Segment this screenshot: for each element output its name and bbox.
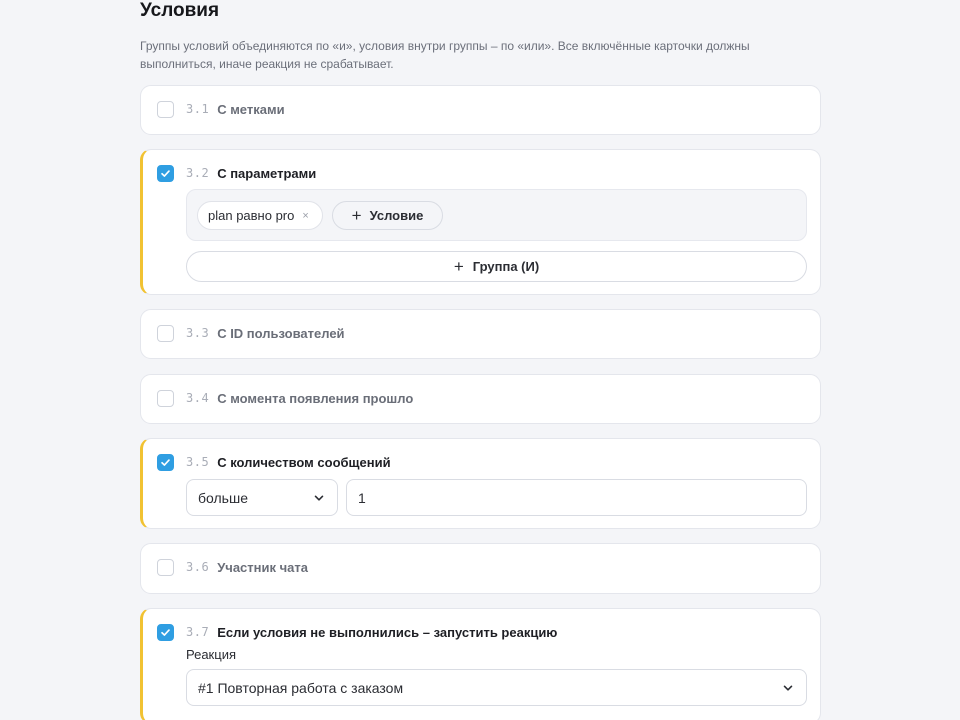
checkbox-user-ids[interactable] [157, 324, 174, 342]
card-number: 3.6 [186, 560, 210, 574]
check-icon [161, 169, 170, 177]
card-header: 3.5 С количеством сообщений [157, 453, 391, 471]
add-condition-label: Условие [369, 208, 424, 223]
condition-chip[interactable]: plan равно pro × [197, 201, 323, 230]
plus-icon: + [453, 257, 464, 276]
condition-card-message-count: 3.5 С количеством сообщений больше 1 [140, 438, 821, 529]
card-title[interactable]: С момента появления прошло [217, 391, 413, 406]
checkbox-message-count[interactable] [157, 453, 174, 471]
card-number: 3.2 [186, 166, 210, 180]
card-number: 3.5 [186, 455, 210, 469]
chip-label: plan равно pro [208, 208, 295, 223]
condition-card-fallback-reaction: 3.7 Если условия не выполнились – запуст… [140, 608, 821, 720]
close-icon[interactable]: × [302, 210, 308, 222]
card-title[interactable]: С параметрами [217, 166, 316, 181]
check-icon [161, 458, 170, 466]
card-title[interactable]: Если условия не выполнились – запустить … [217, 625, 557, 640]
condition-card-params: 3.2 С параметрами plan равно pro × + Усл… [140, 149, 821, 295]
card-title[interactable]: С метками [217, 102, 284, 117]
card-header: 3.7 Если условия не выполнились – запуст… [157, 623, 557, 641]
reaction-select[interactable]: #1 Повторная работа с заказом [186, 669, 807, 706]
card-header: 3.2 С параметрами [157, 164, 316, 182]
card-number: 3.1 [186, 102, 210, 116]
checkbox-fallback-reaction[interactable] [157, 623, 174, 641]
card-header: 3.4 С момента появления прошло [157, 389, 413, 407]
card-number: 3.4 [186, 391, 210, 405]
add-group-button[interactable]: + Группа (И) [186, 251, 807, 282]
card-number: 3.7 [186, 625, 210, 639]
reaction-label: Реакция [186, 647, 236, 662]
checkbox-chat-member[interactable] [157, 558, 174, 576]
card-title[interactable]: С количеством сообщений [217, 455, 390, 470]
checkbox-labels[interactable] [157, 100, 174, 118]
card-title[interactable]: Участник чата [217, 560, 308, 575]
card-header: 3.3 С ID пользователей [157, 324, 345, 342]
add-condition-button[interactable]: + Условие [332, 201, 443, 230]
operator-select[interactable]: больше [186, 479, 338, 516]
reaction-value: #1 Повторная работа с заказом [198, 679, 404, 696]
section-description: Группы условий объединяются по «и», усло… [140, 39, 750, 71]
checkbox-time-since[interactable] [157, 389, 174, 407]
condition-card-user-ids: 3.3 С ID пользователей [140, 309, 821, 359]
operator-value: больше [198, 489, 248, 506]
card-header: 3.1 С метками [157, 100, 285, 118]
add-group-label: Группа (И) [472, 259, 540, 274]
condition-card-time-since: 3.4 С момента появления прошло [140, 374, 821, 424]
condition-group: plan равно pro × + Условие [186, 189, 807, 241]
plus-icon: + [351, 206, 362, 225]
message-count-value: 1 [358, 489, 366, 506]
message-count-input[interactable]: 1 [346, 479, 807, 516]
condition-card-labels: 3.1 С метками [140, 85, 821, 135]
chevron-down-icon [783, 685, 793, 691]
card-title[interactable]: С ID пользователей [217, 326, 344, 341]
condition-card-chat-member: 3.6 Участник чата [140, 543, 821, 594]
chevron-down-icon [314, 495, 324, 501]
section-title: Условия [140, 0, 220, 21]
check-icon [161, 628, 170, 636]
card-header: 3.6 Участник чата [157, 558, 308, 576]
checkbox-params[interactable] [157, 164, 174, 182]
card-number: 3.3 [186, 326, 210, 340]
